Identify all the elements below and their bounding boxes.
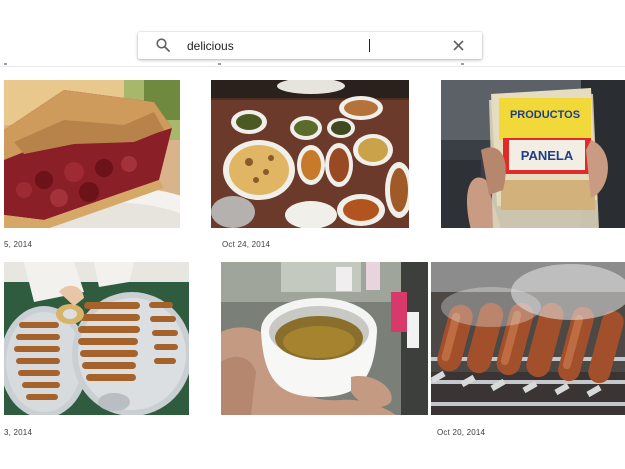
search-input[interactable] <box>187 36 427 55</box>
photo-cup-of-tea[interactable] <box>221 262 428 415</box>
photo-indian-dinner[interactable] <box>211 80 409 228</box>
results-divider <box>0 66 625 67</box>
photo-date: 5, 2014 <box>4 240 33 249</box>
panela-product-text: PANELA <box>521 148 574 163</box>
photo-date: 3, 2014 <box>4 428 33 437</box>
panela-brand-text: PRODUCTOS <box>510 109 580 121</box>
partial-date-fragment <box>4 63 7 65</box>
close-icon[interactable] <box>451 38 466 53</box>
photo-date: Oct 24, 2014 <box>222 240 271 249</box>
search-bar[interactable] <box>138 32 482 59</box>
partial-date-fragment <box>461 63 464 65</box>
photo-date: Oct 20, 2014 <box>437 428 486 437</box>
text-caret <box>369 39 370 52</box>
partial-date-fragment <box>218 63 221 65</box>
photo-panela-bag[interactable]: PRODUCTOS PANELA <box>441 80 625 228</box>
photo-cherry-pie[interactable] <box>4 80 180 228</box>
photo-kebabs-on-grill[interactable] <box>431 262 625 415</box>
search-icon[interactable] <box>155 37 171 53</box>
photo-pastry-platters[interactable] <box>4 262 189 415</box>
